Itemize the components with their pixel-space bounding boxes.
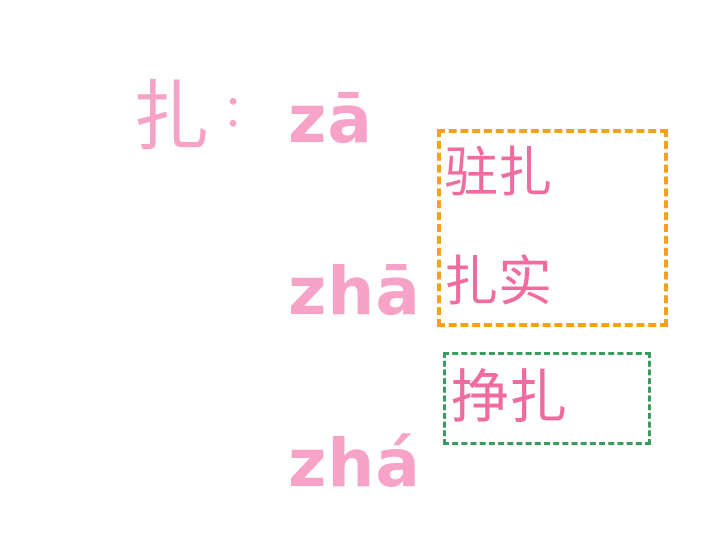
pinyin-reading-za: zā xyxy=(288,81,373,158)
slide: 扎 ： zā zhā zhá 驻扎 扎实 挣扎 xyxy=(0,0,720,540)
pinyin-reading-zha-first-tone: zhā xyxy=(288,253,421,330)
word-zhuzha: 驻扎 xyxy=(444,141,552,204)
main-character: 扎 xyxy=(133,72,209,161)
word-zhengzha: 挣扎 xyxy=(451,363,568,431)
pinyin-reading-zha-second-tone: zhá xyxy=(288,425,421,502)
word-zhashi: 扎实 xyxy=(444,250,552,313)
separator-colon: ： xyxy=(222,86,266,137)
